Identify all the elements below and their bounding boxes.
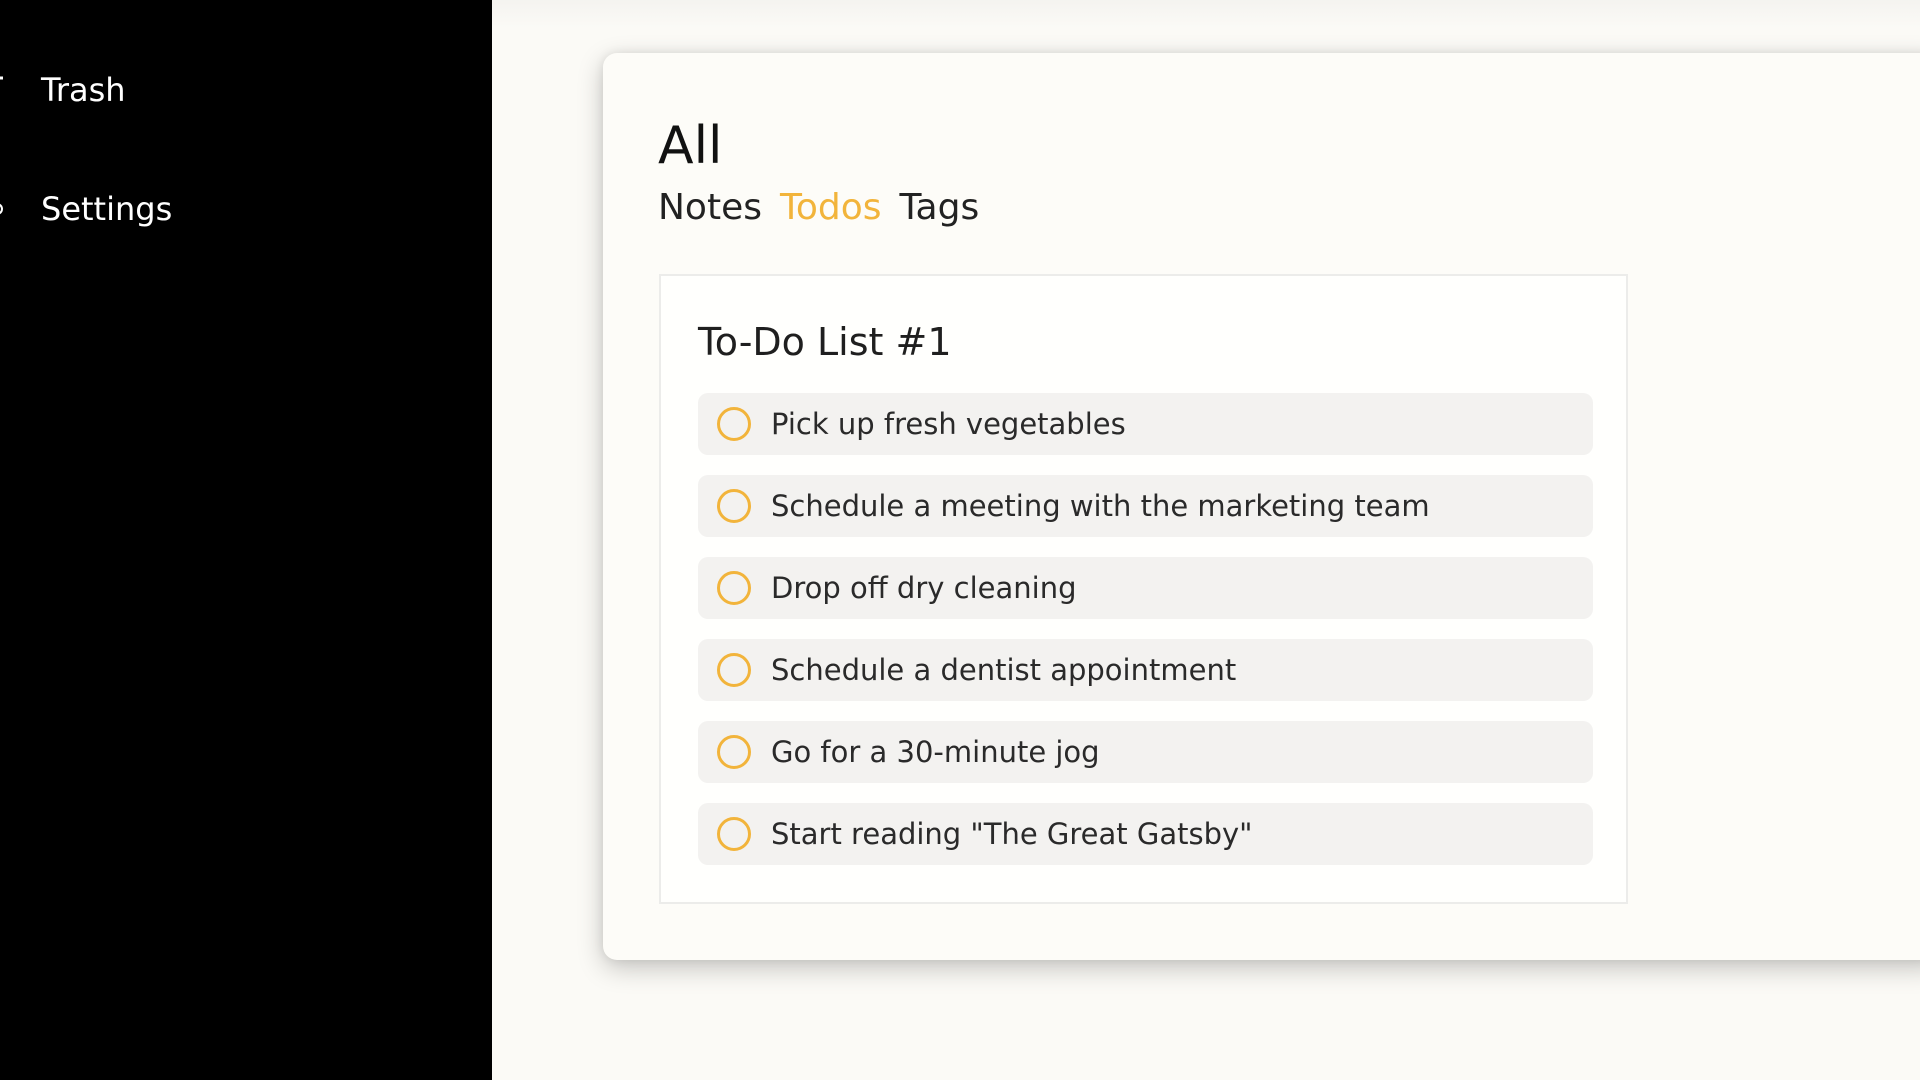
todo-list-title: To-Do List #1 xyxy=(698,320,952,364)
circle-checkbox-icon[interactable] xyxy=(717,407,751,441)
list-item[interactable]: Schedule a dentist appointment xyxy=(698,639,1593,701)
sidebar-item-settings[interactable]: Settings xyxy=(0,181,492,237)
todo-item-text: Drop off dry cleaning xyxy=(771,571,1077,605)
page-title: All xyxy=(658,116,723,176)
tab-tags[interactable]: Tags xyxy=(900,187,980,228)
todo-item-text: Schedule a meeting with the marketing te… xyxy=(771,489,1430,523)
settings-icon xyxy=(0,203,3,215)
circle-checkbox-icon[interactable] xyxy=(717,489,751,523)
circle-checkbox-icon[interactable] xyxy=(717,817,751,851)
sidebar-item-label: Settings xyxy=(41,190,173,228)
list-item[interactable]: Schedule a meeting with the marketing te… xyxy=(698,475,1593,537)
view-tabs: Notes Todos Tags xyxy=(658,187,979,228)
list-item[interactable]: Start reading "The Great Gatsby" xyxy=(698,803,1593,865)
content-panel: All Notes Todos Tags To-Do List #1 Pick … xyxy=(603,53,1920,960)
sidebar-item-trash[interactable]: Trash xyxy=(0,62,492,118)
list-item[interactable]: Go for a 30-minute jog xyxy=(698,721,1593,783)
list-item[interactable]: Drop off dry cleaning xyxy=(698,557,1593,619)
todo-item-text: Go for a 30-minute jog xyxy=(771,735,1100,769)
tab-notes[interactable]: Notes xyxy=(658,187,762,228)
trash-icon xyxy=(0,76,3,80)
sidebar: Trash Settings xyxy=(0,0,492,1080)
top-shadow-divider xyxy=(492,0,1920,28)
app-window: Trash Settings All Notes Todos Tags To-D… xyxy=(0,0,1920,1080)
circle-checkbox-icon[interactable] xyxy=(717,571,751,605)
sidebar-item-label: Trash xyxy=(41,71,126,109)
tab-todos[interactable]: Todos xyxy=(780,187,882,228)
todo-item-text: Schedule a dentist appointment xyxy=(771,653,1237,687)
list-item[interactable]: Pick up fresh vegetables xyxy=(698,393,1593,455)
todo-item-text: Pick up fresh vegetables xyxy=(771,407,1126,441)
todo-list: Pick up fresh vegetables Schedule a meet… xyxy=(698,393,1593,885)
todo-item-text: Start reading "The Great Gatsby" xyxy=(771,817,1253,851)
circle-checkbox-icon[interactable] xyxy=(717,735,751,769)
circle-checkbox-icon[interactable] xyxy=(717,653,751,687)
todo-list-card: To-Do List #1 Pick up fresh vegetables S… xyxy=(659,274,1628,904)
